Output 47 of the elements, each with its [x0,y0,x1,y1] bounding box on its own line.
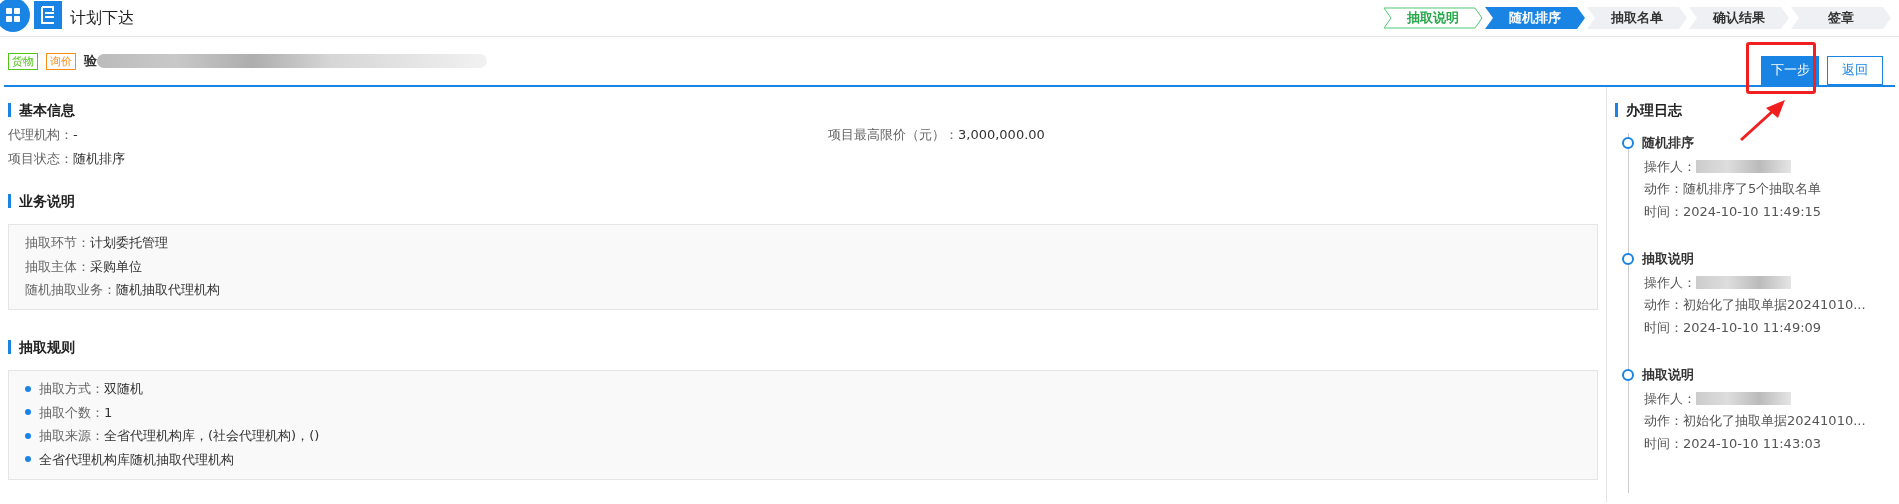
rule-item: 抽取个数：1 [39,403,113,422]
annotation-arrow [1738,98,1788,143]
log-title: 随机排序 [1642,134,1694,152]
project-name: 验 [84,52,97,71]
operator-label: 操作人： [1644,157,1696,176]
rule-item: 全省代理机构库随机抽取代理机构 [39,450,234,469]
rule-item: 抽取来源：全省代理机构库，(社会代理机构)，() [39,427,320,445]
operator-label: 操作人： [1644,273,1696,292]
log-time: 时间：2024-10-10 11:43:03 [1644,434,1823,453]
rule-item: 抽取方式：双随机 [39,380,143,398]
log-time: 时间：2024-10-10 11:49:15 [1644,202,1823,221]
section-title: 业务说明 [8,194,1598,208]
highlight-frame [1746,42,1816,94]
back-button[interactable]: 返回 [1827,55,1883,85]
info-field: 抽取主体：采购单位 [25,256,1581,276]
step-tab[interactable]: 确认结果 [1689,7,1789,29]
info-field: 抽取环节：计划委托管理 [25,233,1581,253]
step-tab[interactable]: 抽取名单 [1587,7,1687,29]
info-field: 项目最高限价（元）：3,000,000.00 [828,125,1045,145]
document-icon [34,1,62,29]
category-tag: 询价 [46,52,76,70]
timeline-dot [1622,368,1634,381]
page-title: 计划下达 [70,7,134,29]
operator-label: 操作人： [1644,389,1696,408]
info-field: 项目状态：随机排序 [8,148,828,168]
info-field: 随机抽取业务：随机抽取代理机构 [25,280,1581,300]
bullet-icon [25,409,31,416]
log-action: 动作：初始化了抽取单据20241010... [1644,296,1867,314]
bullet-icon [25,432,31,439]
timeline-dot [1622,252,1634,265]
section-title: 抽取规则 [8,340,1598,354]
category-tag: 货物 [8,52,38,70]
step-tab[interactable]: 签章 [1791,7,1891,29]
bullet-icon [25,385,31,392]
next-step-button[interactable]: 下一步 [1761,55,1819,85]
log-time: 时间：2024-10-10 11:49:09 [1644,318,1823,337]
bullet-icon [25,456,31,463]
timeline-dot [1622,136,1634,149]
info-field: 代理机构：- [8,125,828,145]
apps-icon[interactable] [0,0,30,32]
step-tab[interactable]: 抽取说明 [1383,7,1483,29]
step-tab[interactable]: 随机排序 [1485,7,1585,29]
log-action: 动作：初始化了抽取单据20241010... [1644,412,1867,430]
log-action: 动作：随机排序了5个抽取名单 [1644,180,1823,198]
section-title: 基本信息 [8,103,1598,117]
log-title: 抽取说明 [1642,366,1694,384]
log-title: 抽取说明 [1642,250,1694,268]
